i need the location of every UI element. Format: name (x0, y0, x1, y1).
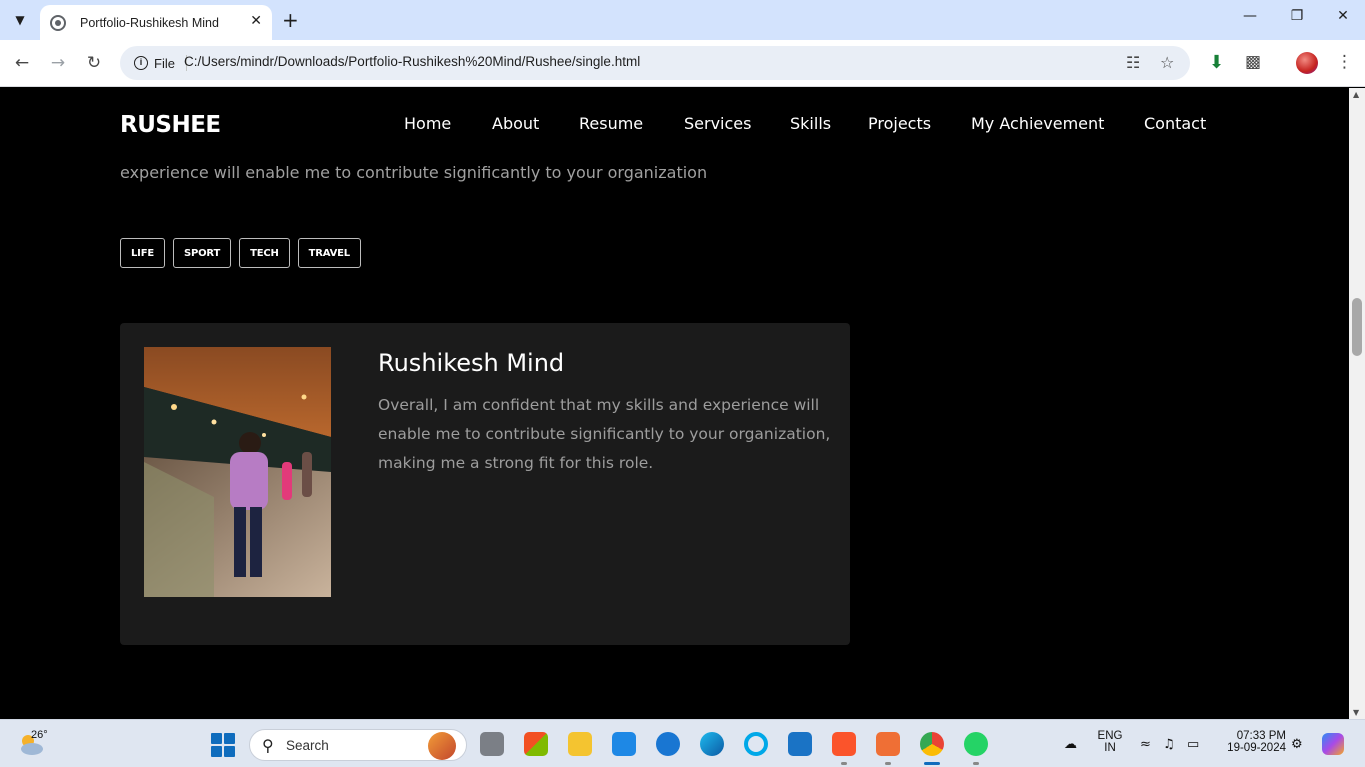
notification-bell-icon[interactable]: ⚙ (1291, 737, 1303, 752)
extensions-puzzle-icon[interactable]: ▩ (1245, 52, 1261, 72)
microsoft-store-icon[interactable] (524, 732, 548, 756)
get-help-icon[interactable] (656, 732, 680, 756)
nav-services[interactable]: Services (684, 114, 751, 133)
tag-sport[interactable]: SPORT (172, 238, 232, 268)
scroll-down-icon[interactable]: ▼ (1353, 708, 1359, 717)
tag-life[interactable]: LIFE (120, 238, 165, 268)
url-text[interactable]: C:/Users/mindr/Downloads/Portfolio-Rushi… (184, 54, 640, 69)
weather-temperature: 26° (31, 729, 48, 741)
window-close-icon[interactable]: ✕ (1331, 8, 1355, 24)
clock[interactable]: 07:33 PM 19-09-2024 (1214, 730, 1286, 754)
profile-avatar-icon[interactable] (1296, 52, 1318, 74)
onedrive-cloud-icon[interactable]: ☁ (1064, 737, 1077, 752)
minimize-icon[interactable]: — (1238, 8, 1262, 24)
tab-close-icon[interactable]: ✕ (250, 13, 262, 29)
site-info-label: File (154, 55, 175, 71)
scroll-up-icon[interactable]: ▲ (1353, 90, 1359, 99)
volume-icon[interactable]: ♫ (1163, 737, 1175, 752)
nav-home[interactable]: Home (404, 114, 451, 133)
tag-tech[interactable]: TECH (239, 238, 290, 268)
download-icon[interactable]: ⬇ (1209, 52, 1224, 73)
browser-tab-active[interactable]: Portfolio-Rushikesh Mind ✕ (40, 5, 272, 40)
author-name: Rushikesh Mind (378, 349, 565, 377)
weather-widget[interactable]: 26° (16, 729, 50, 759)
chrome-icon[interactable] (920, 732, 944, 765)
language-indicator[interactable]: ENG IN (1094, 730, 1126, 754)
language-line-1: ENG (1097, 730, 1123, 742)
clock-date: 19-09-2024 (1227, 742, 1286, 754)
clock-time: 07:33 PM (1236, 730, 1286, 742)
nav-skills[interactable]: Skills (790, 114, 831, 133)
nav-about[interactable]: About (492, 114, 539, 133)
restore-icon[interactable]: ❐ (1285, 8, 1309, 24)
tag-travel[interactable]: TRAVEL (297, 238, 361, 268)
translate-icon[interactable]: ☷ (1126, 53, 1140, 72)
alexa-icon[interactable] (744, 732, 768, 756)
search-icon: ⚲ (262, 736, 274, 755)
scroll-thumb[interactable] (1352, 298, 1362, 356)
myhp-icon[interactable] (612, 732, 636, 756)
page-viewport: RUSHEE Home About Resume Services Skills… (0, 88, 1349, 719)
copilot-icon[interactable] (1322, 733, 1344, 755)
nav-resume[interactable]: Resume (579, 114, 643, 133)
file-explorer-icon[interactable] (568, 732, 592, 756)
tab-search-chevron-icon[interactable]: ▼ (8, 8, 32, 32)
app-shield-icon[interactable] (876, 732, 900, 765)
back-arrow-icon[interactable]: ← (10, 51, 34, 75)
language-line-2: IN (1104, 742, 1116, 754)
address-bar[interactable]: i File C:/Users/mindr/Downloads/Portfoli… (120, 46, 1190, 80)
search-label: Search (286, 738, 329, 753)
task-view-icon[interactable] (480, 732, 504, 756)
browser-tab-bar: ▼ Portfolio-Rushikesh Mind ✕ + — ❐ ✕ (0, 0, 1365, 40)
windows-taskbar: 26° ⚲ Search ☁ ENG IN ≈ ♫ ▭ 07:33 PM 19-… (0, 719, 1365, 767)
more-menu-icon[interactable]: ⋮ (1336, 52, 1353, 72)
wifi-icon[interactable]: ≈ (1140, 737, 1151, 752)
info-icon: i (134, 56, 148, 70)
nav-projects[interactable]: Projects (868, 114, 931, 133)
vscode-icon[interactable] (788, 732, 812, 756)
globe-icon (50, 14, 66, 31)
nav-my-achievement[interactable]: My Achievement (971, 114, 1104, 133)
tag-list: LIFE SPORT TECH TRAVEL (120, 238, 361, 268)
battery-icon[interactable]: ▭ (1187, 737, 1199, 752)
forward-arrow-icon[interactable]: → (46, 51, 70, 75)
bookmark-star-icon[interactable]: ☆ (1160, 53, 1174, 72)
new-tab-plus-icon[interactable]: + (282, 8, 299, 32)
author-bio: Overall, I am confident that my skills a… (378, 396, 831, 472)
nav-contact[interactable]: Contact (1144, 114, 1206, 133)
browser-toolbar: ← → ↻ i File C:/Users/mindr/Downloads/Po… (0, 40, 1365, 87)
whatsapp-icon[interactable] (964, 732, 988, 765)
article-text-tail: experience will enable me to contribute … (120, 163, 708, 182)
windows-start-icon[interactable] (211, 733, 235, 757)
author-card: Rushikesh Mind Overall, I am confident t… (120, 323, 850, 645)
page-scrollbar[interactable]: ▲ ▼ (1349, 88, 1365, 719)
reload-icon[interactable]: ↻ (82, 51, 106, 75)
author-photo (144, 347, 331, 597)
brave-browser-icon[interactable] (832, 732, 856, 765)
site-info-button[interactable]: i File (126, 51, 187, 75)
search-highlight-icon (428, 732, 456, 760)
tab-title: Portfolio-Rushikesh Mind (80, 15, 219, 30)
taskbar-search-box[interactable]: ⚲ Search (249, 729, 467, 761)
site-logo[interactable]: RUSHEE (120, 112, 221, 138)
edge-browser-icon[interactable] (700, 732, 724, 756)
